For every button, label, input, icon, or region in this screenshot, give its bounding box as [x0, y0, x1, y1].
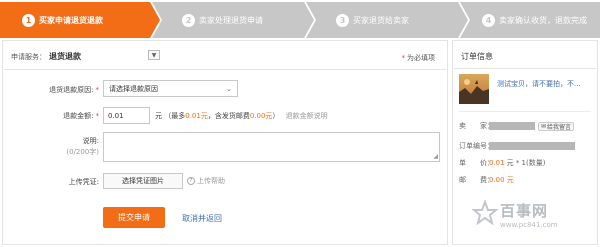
- star-logo-icon: [472, 200, 498, 226]
- watermark-title: 百事网: [500, 202, 549, 220]
- upload-label: 上传凭证:: [9, 177, 99, 187]
- required-note: * 为必填项: [402, 53, 436, 63]
- amount-hint: 元 （最多0.01元，含发货邮费0.00元） 退款金额说明: [155, 111, 328, 121]
- product-thumbnail[interactable]: [459, 74, 489, 104]
- seller-row: 卖 家： ✉ 给我留言: [459, 121, 575, 131]
- step-3-number: 3: [336, 13, 349, 27]
- service-value: 退货退款: [49, 52, 81, 61]
- desc-counter: (0/200字): [66, 148, 99, 156]
- refund-amount-value: 0.01: [108, 111, 124, 120]
- service-dropdown-toggle[interactable]: ▼: [148, 50, 160, 60]
- site-watermark: 百事网 www.pc841.com: [470, 200, 600, 245]
- refund-form-panel: 申请服务： 退货退款 ▼ * 为必填项 退货退款原因: * 请选择退款原因 ⌄ 退款…: [2, 40, 448, 245]
- watermark-url: www.pc841.com: [500, 221, 558, 229]
- upload-help-text: 上传帮助: [197, 177, 225, 185]
- unit-price-value: 0.01: [489, 159, 505, 167]
- step-3: 3 买家退货给卖家: [306, 2, 468, 38]
- service-row: 申请服务： 退货退款: [11, 51, 81, 62]
- unit-price-row: 单 价： 0.01 元 * 1(数量): [459, 158, 545, 168]
- amount-unit: 元: [155, 112, 162, 120]
- required-star-icon: *: [95, 86, 100, 94]
- step-2: 2 卖家处理退货申请: [152, 2, 314, 38]
- order-number-row: 订单编号：: [459, 141, 575, 151]
- amount-hint-middle: ，含发货邮费: [207, 112, 250, 120]
- amount-hint-prefix: （最多: [164, 112, 186, 120]
- order-number-redacted: [489, 142, 575, 150]
- unit-price-suffix: 元 * 1(数量): [506, 159, 546, 167]
- amount-label: 退款金额: *: [9, 111, 99, 121]
- submit-application-button[interactable]: 提交申请: [103, 207, 165, 228]
- chat-icon: ✉: [541, 122, 547, 130]
- resize-grip-icon[interactable]: ◢: [433, 154, 438, 160]
- upload-label-text: 上传凭证:: [68, 178, 99, 186]
- reason-select[interactable]: 请选择退款原因 ⌄: [103, 80, 238, 97]
- help-icon: ?: [187, 177, 195, 185]
- progress-steps: 1 买家申请退货退款 2 卖家处理退货申请 3 买家退货给卖家 4 卖家确认收货…: [0, 0, 600, 40]
- required-star-icon: *: [95, 112, 100, 120]
- step-1-label: 买家申请退货退款: [39, 15, 103, 25]
- chevron-down-icon: ▼: [151, 51, 157, 59]
- choose-voucher-image-button[interactable]: 选择凭证图片: [103, 173, 183, 189]
- required-star-icon: *: [401, 54, 406, 62]
- required-note-text: 为必填项: [407, 54, 435, 62]
- submit-label: 提交申请: [118, 213, 150, 222]
- divider: [459, 111, 591, 112]
- upload-button-label: 选择凭证图片: [122, 177, 164, 185]
- order-number-key: 订单编号：: [459, 142, 494, 150]
- shipping-value: 0.00 元: [489, 176, 514, 184]
- service-label: 申请服务：: [11, 52, 46, 61]
- amount-shipping: 0.00元: [249, 112, 273, 120]
- leave-message-label: 给我留言: [547, 123, 572, 131]
- step-1: 1 买家申请退货退款: [0, 2, 160, 38]
- cancel-and-return-link[interactable]: 取消并返回: [182, 213, 222, 224]
- shipping-row: 邮 费： 0.00 元: [459, 175, 514, 185]
- reason-select-value: 请选择退款原因: [109, 84, 158, 93]
- seller-key: 卖 家：: [459, 122, 494, 130]
- refund-amount-input[interactable]: 0.01: [103, 107, 150, 124]
- reason-label: 退货退款原因: *: [9, 85, 99, 95]
- unit-price-key: 单 价：: [459, 159, 494, 167]
- amount-label-text: 退款金额:: [63, 112, 94, 120]
- step-1-number: 1: [22, 13, 35, 27]
- order-info-title: 订单信息: [461, 52, 493, 61]
- desc-label: 说明: (0/200字): [9, 136, 99, 158]
- reason-label-text: 退货退款原因:: [49, 86, 94, 94]
- amount-max: 0.01元: [185, 112, 208, 120]
- step-2-number: 2: [182, 13, 195, 27]
- upload-help-link[interactable]: ? 上传帮助: [187, 176, 225, 186]
- step-4-label: 卖家确认收货，退款完成: [499, 15, 587, 25]
- step-4-number: 4: [482, 13, 495, 27]
- step-2-label: 卖家处理退货申请: [199, 15, 263, 25]
- product-image: [459, 74, 489, 104]
- product-name-link[interactable]: 测试宝贝，请不要拍，不...: [497, 79, 581, 89]
- seller-name-redacted: [489, 122, 535, 130]
- divider: [454, 68, 596, 69]
- chevron-down-icon: ⌄: [226, 85, 232, 93]
- amount-help-link[interactable]: 退款金额说明: [286, 112, 328, 120]
- step-3-label: 买家退货给卖家: [353, 15, 409, 25]
- leave-message-button[interactable]: ✉ 给我留言: [538, 121, 575, 131]
- desc-label-text: 说明:: [82, 137, 99, 145]
- divider: [4, 69, 446, 70]
- step-4: 4 卖家确认收货，退款完成: [460, 2, 600, 38]
- amount-hint-suffix: ）: [272, 112, 280, 120]
- shipping-key: 邮 费：: [459, 176, 494, 184]
- description-textarea[interactable]: ◢: [103, 132, 440, 162]
